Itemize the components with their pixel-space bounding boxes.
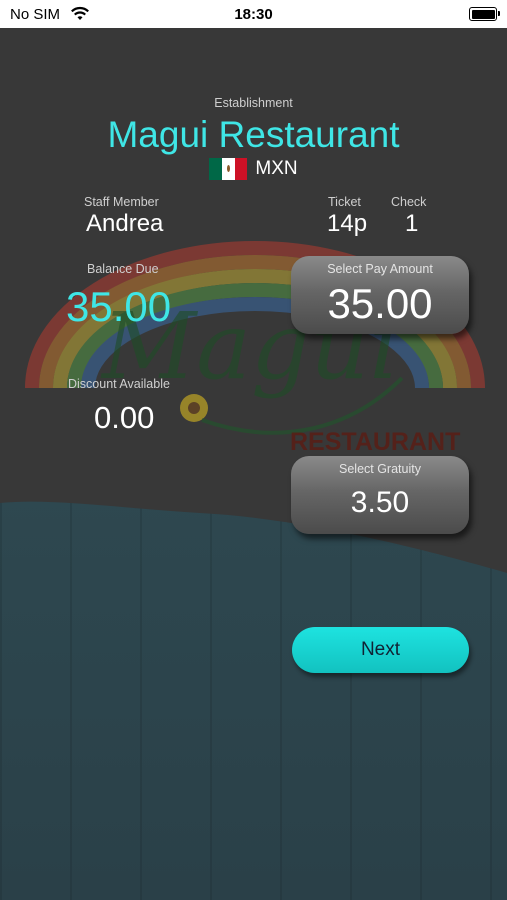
ticket-label: Ticket (328, 195, 361, 209)
staff-member-label: Staff Member (84, 195, 159, 209)
select-gratuity-button[interactable]: Select Gratuity 3.50 (291, 456, 469, 534)
currency-code: MXN (255, 158, 298, 179)
logo-subtitle: RESTAURANT (290, 428, 460, 456)
select-pay-amount-button[interactable]: Select Pay Amount 35.00 (291, 256, 469, 334)
pay-amount-value: 35.00 (327, 280, 433, 327)
ticket-value: 14p (327, 210, 368, 237)
status-bar: No SIM 18:30 (0, 0, 507, 28)
mexico-flag-icon (209, 158, 248, 180)
establishment-label: Establishment (214, 96, 293, 110)
battery-icon (469, 7, 500, 21)
balance-due-label: Balance Due (87, 262, 159, 276)
discount-available-value: 0.00 (94, 400, 155, 435)
gratuity-value: 3.50 (350, 486, 410, 519)
pay-amount-label: Select Pay Amount (327, 262, 433, 276)
check-label: Check (391, 195, 427, 209)
gratuity-label: Select Gratuity (339, 462, 421, 476)
staff-member-value: Andrea (86, 210, 164, 237)
next-button[interactable]: Next (292, 627, 469, 673)
balance-due-value: 35.00 (66, 283, 172, 330)
discount-available-label: Discount Available (68, 377, 170, 391)
check-value: 1 (405, 210, 419, 237)
clock: 18:30 (234, 6, 273, 23)
currency-row: MXN (0, 158, 507, 180)
restaurant-name: Magui Restaurant (107, 114, 400, 155)
